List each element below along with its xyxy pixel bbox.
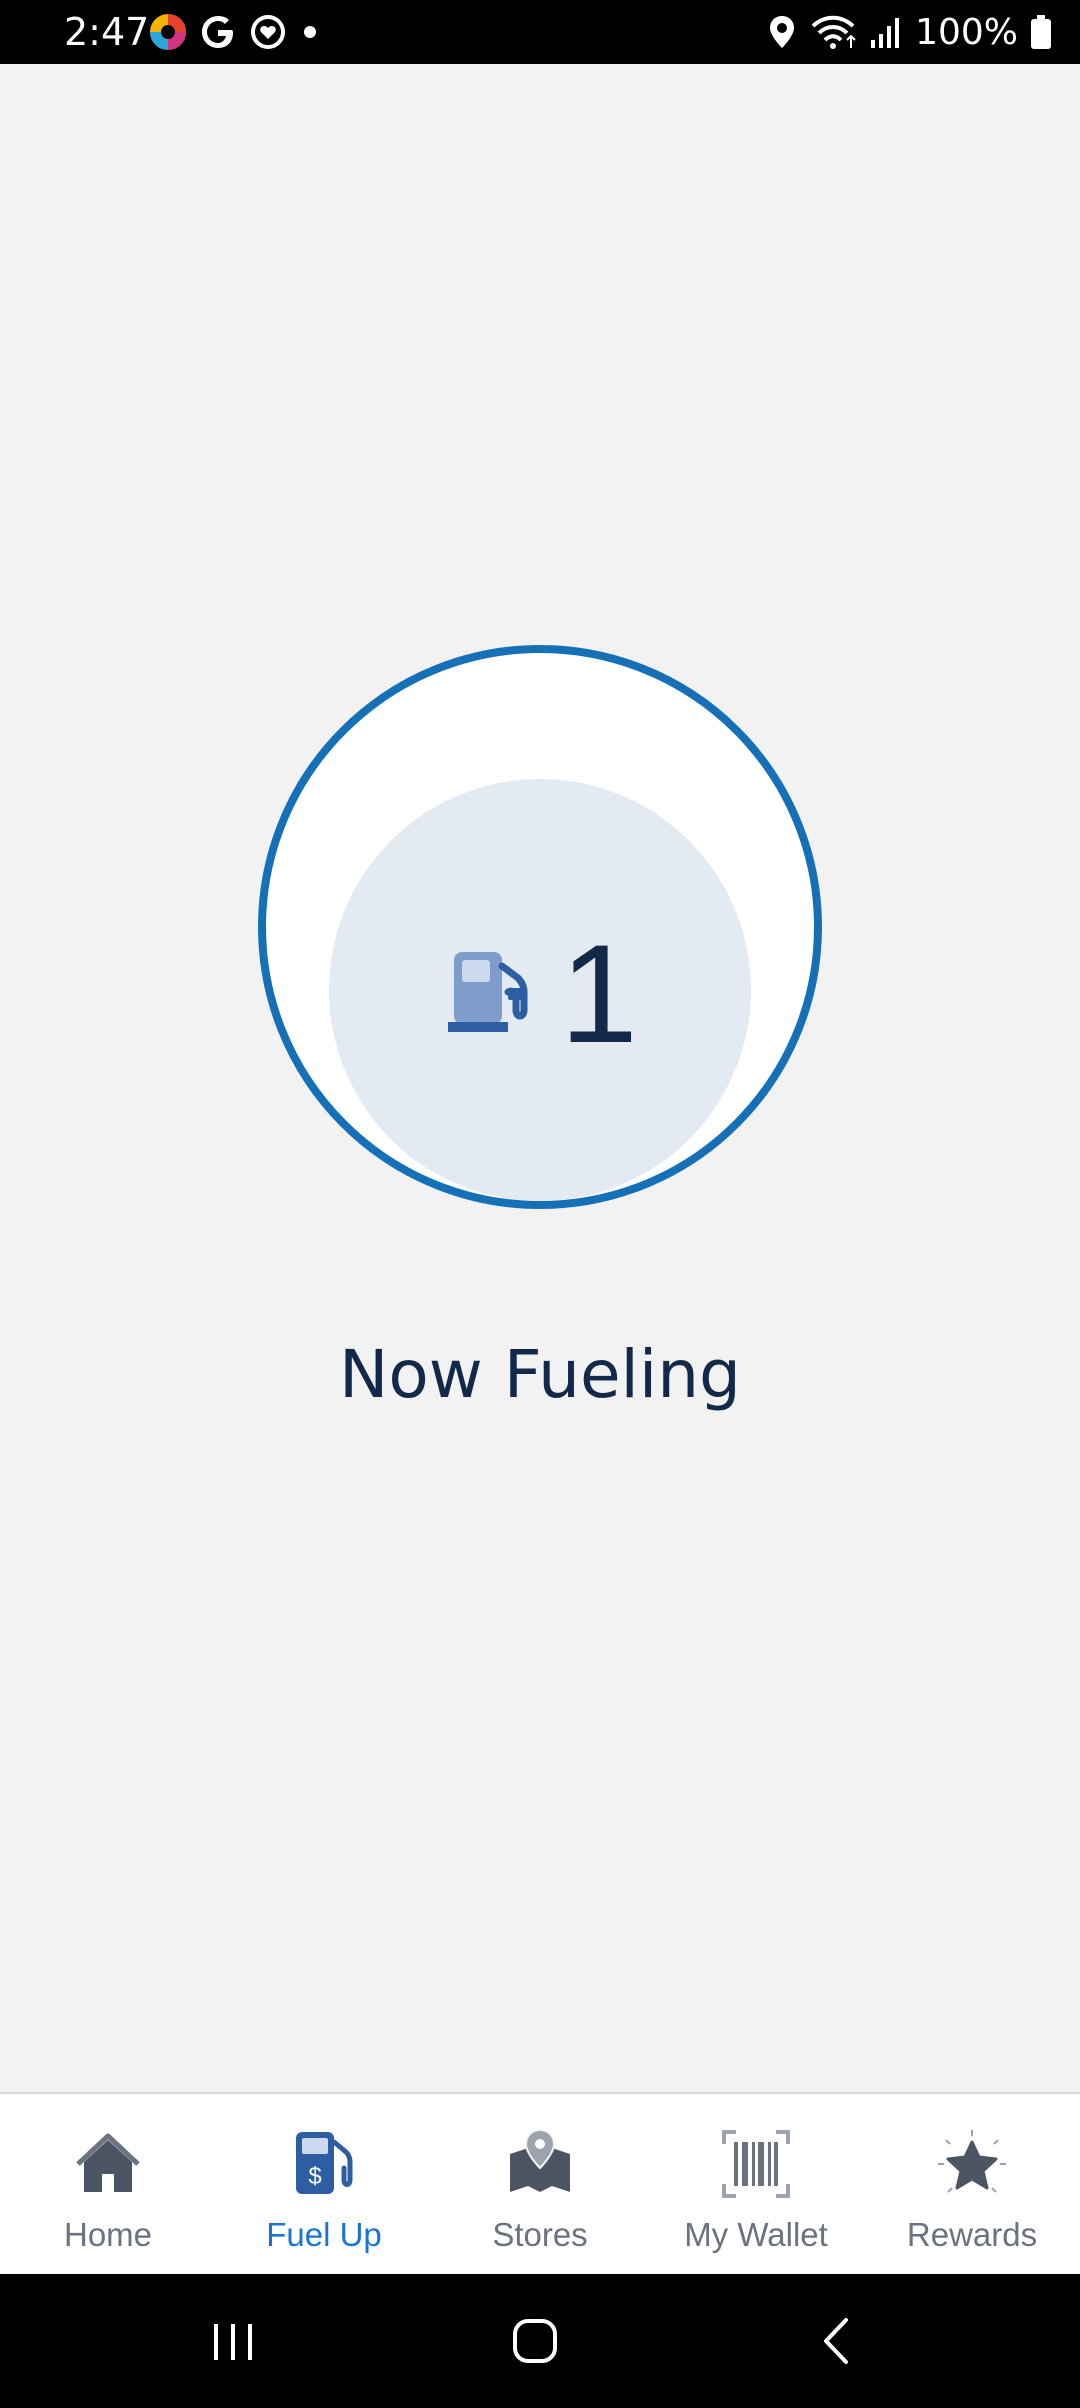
bottom-tab-bar: Home $ Fuel Up Stores My Wallet Rewards bbox=[0, 2092, 1080, 2274]
tab-home[interactable]: Home bbox=[0, 2094, 216, 2274]
notification-dot-icon bbox=[304, 26, 316, 38]
tab-my-wallet-label: My Wallet bbox=[684, 2216, 828, 2253]
recent-apps-icon[interactable] bbox=[188, 2296, 278, 2386]
status-time: 2:47 bbox=[64, 10, 150, 54]
map-pin-icon bbox=[510, 2128, 570, 2192]
fuel-pump-icon bbox=[448, 952, 528, 1032]
fueling-status-text: Now Fueling bbox=[339, 1336, 741, 1413]
svg-text:$: $ bbox=[308, 2163, 321, 2190]
fuel-pump-dollar-icon: $ bbox=[296, 2132, 353, 2194]
status-right: 100% bbox=[767, 6, 1052, 58]
barcode-icon bbox=[722, 2130, 790, 2198]
home-icon bbox=[76, 2133, 140, 2192]
status-bar: 2:47 100% bbox=[0, 0, 1080, 64]
pump-inner-circle bbox=[329, 779, 751, 1201]
tab-my-wallet[interactable]: My Wallet bbox=[648, 2094, 864, 2274]
tab-stores-label: Stores bbox=[492, 2216, 588, 2253]
tab-stores[interactable]: Stores bbox=[432, 2094, 648, 2274]
star-icon bbox=[938, 2130, 1006, 2193]
colorful-app-icon bbox=[150, 14, 186, 50]
pump-number: 1 bbox=[560, 915, 638, 1072]
tab-fuel-up-label: Fuel Up bbox=[266, 2216, 382, 2253]
wifi-icon bbox=[811, 15, 856, 49]
heart-chat-icon bbox=[251, 15, 285, 49]
google-icon bbox=[202, 16, 233, 48]
tab-fuel-up[interactable]: $ Fuel Up bbox=[216, 2094, 432, 2274]
back-icon[interactable] bbox=[792, 2296, 882, 2386]
tab-rewards[interactable]: Rewards bbox=[864, 2094, 1080, 2274]
tab-home-label: Home bbox=[63, 2216, 153, 2253]
signal-icon bbox=[871, 18, 900, 48]
home-nav-icon[interactable] bbox=[490, 2296, 580, 2386]
tab-rewards-label: Rewards bbox=[906, 2216, 1038, 2253]
system-nav-bar bbox=[0, 2274, 1080, 2408]
battery-icon bbox=[1031, 15, 1051, 49]
status-left-icons bbox=[148, 12, 322, 52]
location-icon bbox=[770, 16, 795, 48]
battery-text: 100% bbox=[915, 11, 1018, 53]
